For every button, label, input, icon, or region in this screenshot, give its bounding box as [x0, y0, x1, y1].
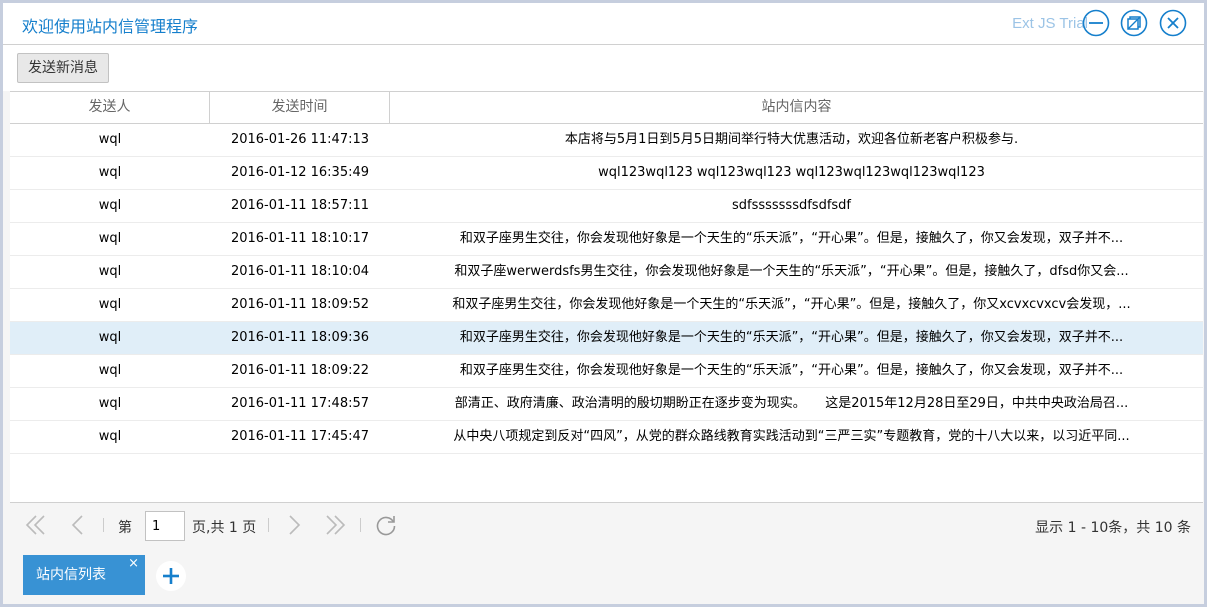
tab-close-icon[interactable]: × — [128, 557, 139, 571]
send-new-message-button[interactable]: 发送新消息 — [17, 53, 109, 83]
cell-time: 2016-01-11 17:48:57 — [230, 396, 370, 411]
cell-content: 和双子座男生交往，你会发现他好象是一个天生的“乐天派”，“开心果”。但是，接触久… — [459, 363, 1124, 378]
plus-icon[interactable] — [156, 561, 186, 591]
cell-sender: wql — [98, 264, 122, 279]
first-page-icon[interactable] — [24, 513, 48, 537]
cell-content: sdfsssssssdfsdfsdf — [731, 198, 852, 213]
table-row[interactable]: wql 2016-01-26 11:47:13 本店将与5月1日到5月5日期间举行特… — [10, 124, 1203, 157]
cell-sender: wql — [98, 231, 122, 246]
cell-time: 2016-01-11 18:09:52 — [230, 297, 370, 312]
close-icon[interactable] — [1159, 9, 1187, 37]
last-page-icon[interactable] — [323, 513, 347, 537]
cell-time: 2016-01-11 17:45:47 — [230, 429, 370, 444]
window-header: 欢迎使用站内信管理程序 Ext JS Trial — [3, 3, 1204, 45]
table-row[interactable]: wql 2016-01-11 18:10:17 和双子座男生交往，你会发现他好象是一… — [10, 223, 1203, 256]
paging-display-text: 显示 1 - 10条，共 10 条 — [1035, 520, 1191, 536]
cell-sender: wql — [98, 429, 122, 444]
cell-time: 2016-01-12 16:35:49 — [230, 165, 370, 180]
table-row[interactable]: wql 2016-01-11 18:09:52 和双子座男生交往，你会发现他好象是一… — [10, 289, 1203, 322]
table-row[interactable]: wql 2016-01-12 16:35:49 wql123wql123 wql12… — [10, 157, 1203, 190]
page-number-input[interactable] — [145, 511, 185, 541]
column-header-time[interactable]: 发送时间 — [210, 92, 390, 123]
cell-content: 和双子座男生交往，你会发现他好象是一个天生的“乐天派”，“开心果”。但是，接触久… — [459, 231, 1124, 246]
page-suffix: 页,共 1 页 — [192, 520, 257, 536]
grid-header: 发送人 发送时间 站内信内容 — [10, 92, 1203, 124]
column-header-content[interactable]: 站内信内容 — [390, 92, 1203, 123]
grid-body: wql 2016-01-26 11:47:13 本店将与5月1日到5月5日期间举行特… — [10, 124, 1203, 454]
tab-label: 站内信列表 — [36, 567, 106, 583]
prev-page-icon[interactable] — [66, 513, 90, 537]
restore-icon[interactable] — [1120, 9, 1148, 37]
next-page-icon[interactable] — [282, 513, 306, 537]
cell-time: 2016-01-11 18:09:36 — [230, 330, 370, 345]
cell-content: 和双子座男生交往，你会发现他好象是一个天生的“乐天派”，“开心果”。但是，接触久… — [452, 297, 1131, 312]
tab-bar: 站内信列表 × — [3, 548, 1204, 604]
cell-sender: wql — [98, 297, 122, 312]
trial-label: Ext JS Trial — [1012, 15, 1088, 32]
cell-content: 从中央八项规定到反对“四风”，从党的群众路线教育实践活动到“三严三实”专题教育，… — [453, 429, 1130, 444]
table-row[interactable]: wql 2016-01-11 18:57:11 sdfsssssssdfsdfsdf — [10, 190, 1203, 223]
pager-separator — [268, 518, 269, 532]
page-prefix: 第 — [118, 520, 132, 536]
cell-time: 2016-01-11 18:10:17 — [230, 231, 370, 246]
cell-sender: wql — [98, 165, 122, 180]
refresh-icon[interactable] — [374, 513, 398, 537]
cell-sender: wql — [98, 132, 122, 147]
cell-sender: wql — [98, 396, 122, 411]
table-row[interactable]: wql 2016-01-11 18:09:36 和双子座男生交往，你会发现他好象是一… — [10, 322, 1203, 355]
cell-sender: wql — [98, 363, 122, 378]
cell-content: 和双子座男生交往，你会发现他好象是一个天生的“乐天派”，“开心果”。但是，接触久… — [459, 330, 1124, 345]
table-row[interactable]: wql 2016-01-11 17:48:57 部清正、政府清廉、政治清明的殷切期盼… — [10, 388, 1203, 421]
window-title: 欢迎使用站内信管理程序 — [22, 17, 199, 36]
cell-time: 2016-01-11 18:10:04 — [230, 264, 370, 279]
paging-toolbar: 第 页,共 1 页 显示 1 - 10条，共 10 条 — [10, 502, 1203, 548]
table-row[interactable]: wql 2016-01-11 18:09:22 和双子座男生交往，你会发现他好象是一… — [10, 355, 1203, 388]
toolbar: 发送新消息 — [3, 45, 1204, 91]
cell-content: 本店将与5月1日到5月5日期间举行特大优惠活动，欢迎各位新老客户积极参与. — [564, 132, 1019, 147]
cell-time: 2016-01-26 11:47:13 — [230, 132, 370, 147]
table-row[interactable]: wql 2016-01-11 17:45:47 从中央八项规定到反对“四风”，从党的… — [10, 421, 1203, 454]
cell-time: 2016-01-11 18:09:22 — [230, 363, 370, 378]
tab-message-list[interactable]: 站内信列表 × — [23, 555, 145, 595]
cell-sender: wql — [98, 198, 122, 213]
message-grid: 发送人 发送时间 站内信内容 wql 2016-01-26 11:47:13 本店将… — [10, 91, 1203, 503]
cell-sender: wql — [98, 330, 122, 345]
cell-content: 部清正、政府清廉、政治清明的殷切期盼正在逐步变为现实。 这是2015年12月28… — [454, 396, 1129, 411]
minimize-icon[interactable] — [1082, 9, 1110, 37]
cell-time: 2016-01-11 18:57:11 — [230, 198, 370, 213]
pager-separator — [360, 518, 361, 532]
pager-separator — [103, 518, 104, 532]
column-header-sender[interactable]: 发送人 — [10, 92, 210, 123]
cell-content: 和双子座werwerdsfs男生交往，你会发现他好象是一个天生的“乐天派”，“开… — [454, 264, 1129, 279]
cell-content: wql123wql123 wql123wql123 wql123wql123wq… — [598, 165, 985, 180]
main-window: 欢迎使用站内信管理程序 Ext JS Trial 发送新消息 发送人 发送时间 … — [2, 2, 1205, 605]
table-row[interactable]: wql 2016-01-11 18:10:04 和双子座werwerdsfs男生交往… — [10, 256, 1203, 289]
